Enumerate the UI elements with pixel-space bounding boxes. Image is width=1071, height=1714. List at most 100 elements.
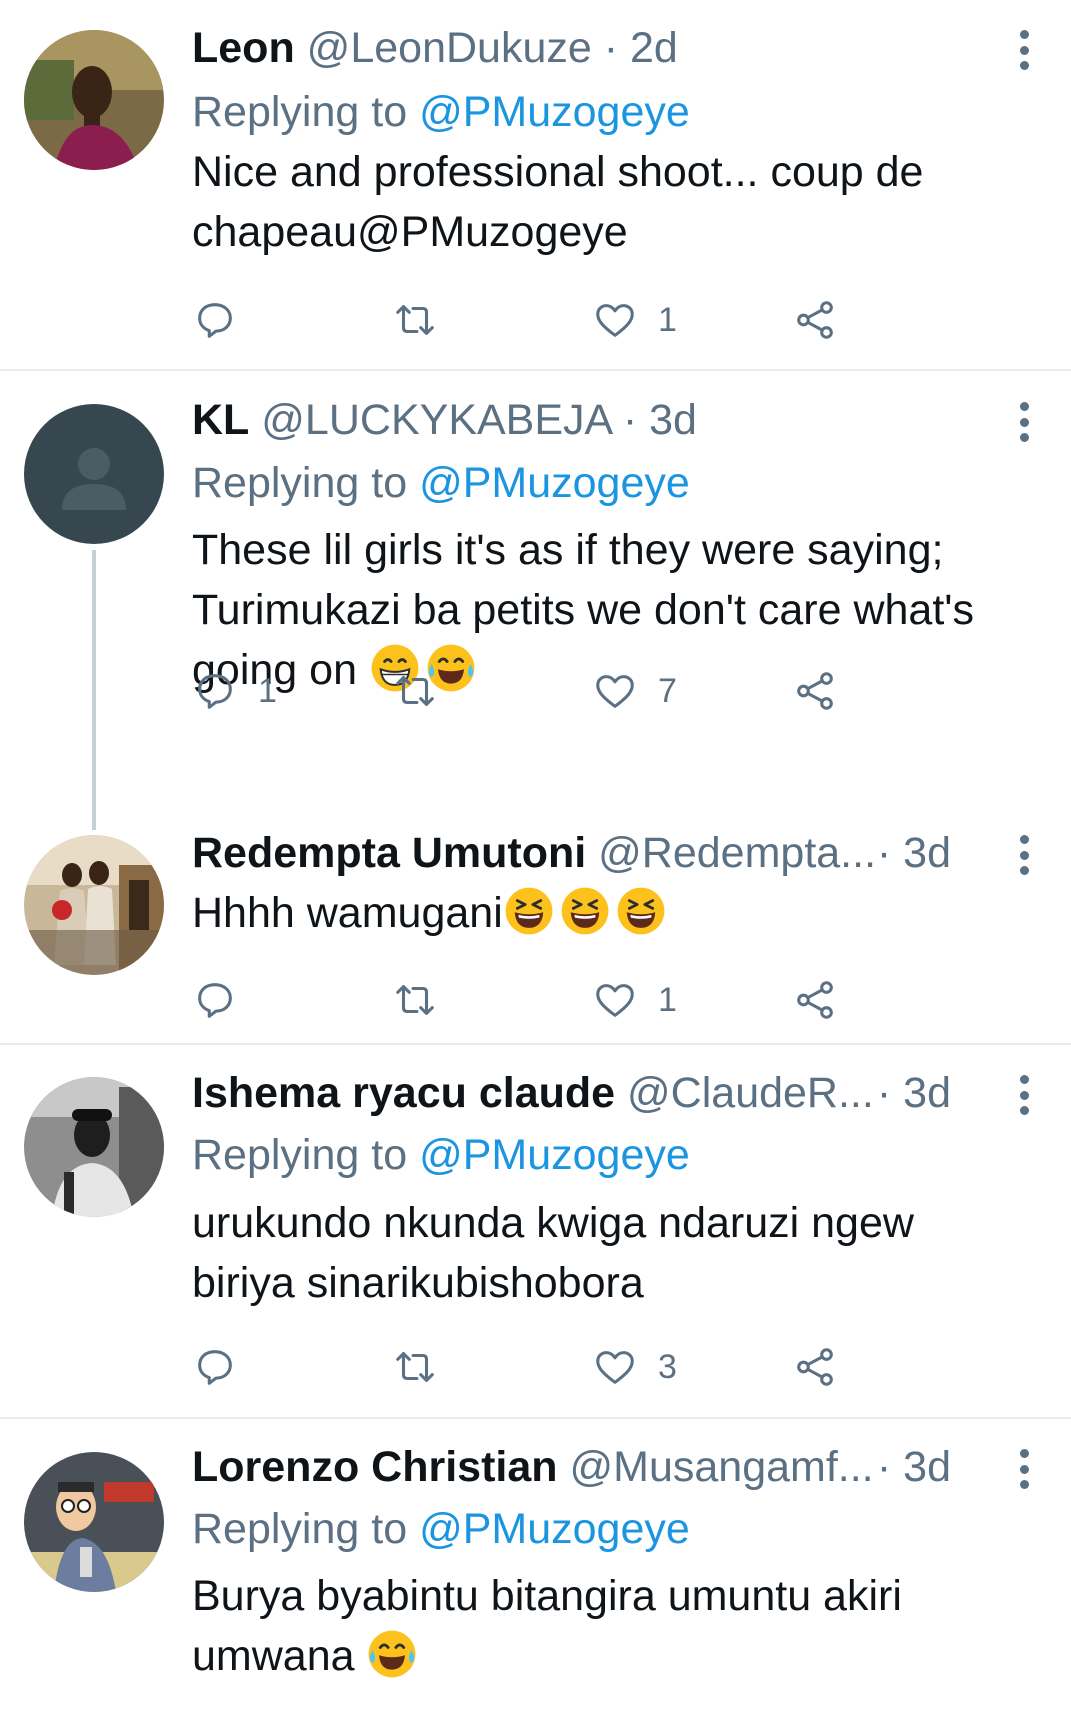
more-vertical-icon[interactable] <box>1017 835 1031 875</box>
reply-icon <box>198 983 232 1018</box>
reply-icon <box>198 303 232 338</box>
mention-link[interactable]: @PMuzogeye <box>419 1131 690 1179</box>
replying-to: Replying to @PMuzogeye <box>192 82 690 142</box>
share-button[interactable] <box>792 666 838 716</box>
reply-button[interactable] <box>192 295 258 345</box>
like-count: 3 <box>658 1347 677 1386</box>
tweet-text-line: Turimukazi ba petits we don't care what'… <box>192 586 974 634</box>
tweet-header: Leon @LeonDukuze · 2d <box>192 18 981 78</box>
retweet-button[interactable] <box>392 295 438 345</box>
tweet-text-line: biriya sinarikubishobora <box>192 1259 644 1307</box>
retweet-icon <box>396 305 434 335</box>
user-handle[interactable]: @LUCKYKABEJA <box>261 396 611 444</box>
retweet-button[interactable] <box>392 1342 438 1392</box>
display-name[interactable]: Leon <box>192 24 295 72</box>
display-name[interactable]: Lorenzo Christian <box>192 1443 558 1491</box>
replying-to: Replying to @PMuzogeye <box>192 1125 690 1185</box>
replying-to-prefix: Replying to <box>192 88 420 136</box>
heart-icon <box>596 675 634 708</box>
share-button[interactable] <box>792 1342 838 1392</box>
user-handle[interactable]: @Musangamf... <box>569 1443 873 1491</box>
mention-link[interactable]: @PMuzogeye <box>419 88 690 136</box>
tweet-text-line: These lil girls it's as if they were say… <box>192 526 944 574</box>
replying-to-prefix: Replying to <box>192 459 420 507</box>
like-button[interactable]: 3 <box>592 1342 677 1392</box>
like-button[interactable]: 1 <box>592 295 677 345</box>
tweet-text-line: umwana <box>192 1632 367 1680</box>
timestamp[interactable]: · 3d <box>877 1063 951 1123</box>
display-name[interactable]: Ishema ryacu claude <box>192 1069 615 1117</box>
heart-icon <box>596 1351 634 1384</box>
more-vertical-icon[interactable] <box>1017 30 1031 70</box>
tweet-redempta[interactable]: Redempta Umutoni @Redempta... · 3d Hhhh … <box>0 805 1071 1045</box>
retweet-icon <box>396 1352 434 1382</box>
tweet-kl[interactable]: KL @LUCKYKABEJA · 3d Replying to @PMuzog… <box>0 371 1071 791</box>
replying-to-prefix: Replying to <box>192 1131 420 1179</box>
tweet-text-line: Nice and professional shoot... coup de <box>192 148 924 196</box>
retweet-button[interactable] <box>392 975 438 1025</box>
tweet-ishema[interactable]: Ishema ryacu claude @ClaudeR... · 3d Rep… <box>0 1045 1071 1417</box>
avatar-lorenzo[interactable] <box>24 1452 164 1592</box>
reply-button[interactable] <box>192 1342 258 1392</box>
more-vertical-icon[interactable] <box>1017 1449 1031 1489</box>
tweet-text: Burya byabintu bitangira umuntu akiri um… <box>192 1566 1041 1686</box>
mention-link[interactable]: @PMuzogeye <box>419 459 690 507</box>
tweet-text: urukundo nkunda kwiga ndaruzi ngew biriy… <box>192 1193 1041 1313</box>
avatar-redempta[interactable] <box>24 835 164 975</box>
like-count: 7 <box>658 671 677 710</box>
like-button[interactable]: 1 <box>592 975 677 1025</box>
tweet-header: Lorenzo Christian @Musangamf... <box>192 1437 891 1497</box>
tweet-header: KL @LUCKYKABEJA · 3d <box>192 390 981 450</box>
tweet-leon[interactable]: Leon @LeonDukuze · 2d Replying to @PMuzo… <box>0 0 1071 370</box>
share-button[interactable] <box>792 975 838 1025</box>
more-vertical-icon[interactable] <box>1017 402 1031 442</box>
retweet-icon <box>396 985 434 1015</box>
timestamp[interactable]: · 3d <box>877 1437 951 1497</box>
user-handle[interactable]: @ClaudeR... <box>627 1069 874 1117</box>
share-icon <box>797 301 833 339</box>
display-name[interactable]: Redempta Umutoni <box>192 829 586 877</box>
heart-icon <box>596 304 634 337</box>
timestamp[interactable]: · 3d <box>877 823 951 883</box>
timestamp[interactable]: · 3d <box>623 396 697 444</box>
tweet-text-line-with-emoji: umwana <box>192 1626 1041 1686</box>
avatar-kl[interactable] <box>24 404 164 544</box>
reply-icon <box>198 674 232 709</box>
tweet-lorenzo[interactable]: Lorenzo Christian @Musangamf... · 3d Rep… <box>0 1419 1071 1714</box>
display-name[interactable]: KL <box>192 396 249 444</box>
squinting-face-emoji <box>503 885 555 937</box>
tweet-header: Redempta Umutoni @Redempta... <box>192 823 891 883</box>
like-count: 1 <box>658 300 677 339</box>
tweet-text-line: Burya byabintu bitangira umuntu akiri <box>192 1572 902 1620</box>
replying-to: Replying to @PMuzogeye <box>192 1499 690 1559</box>
tweet-actions: 3 <box>192 1342 892 1392</box>
avatar-leon[interactable] <box>24 30 164 170</box>
tweet-text-line: Hhhh wamugani <box>192 889 503 937</box>
like-count: 1 <box>658 980 677 1019</box>
retweet-button[interactable] <box>392 666 438 716</box>
squinting-face-emoji <box>559 885 611 937</box>
share-button[interactable] <box>792 295 838 345</box>
timestamp[interactable]: · 2d <box>604 24 678 72</box>
reply-button[interactable] <box>192 975 258 1025</box>
like-button[interactable]: 7 <box>592 666 677 716</box>
reply-icon <box>198 1350 232 1385</box>
tweet-actions: 1 <box>192 295 892 345</box>
replying-to-prefix: Replying to <box>192 1505 420 1553</box>
reply-button[interactable]: 1 <box>192 666 277 716</box>
tears-of-joy-emoji <box>366 1628 418 1680</box>
share-icon <box>797 1348 833 1386</box>
mention-link[interactable]: @PMuzogeye <box>419 1505 690 1553</box>
tweet-text-line: chapeau@PMuzogeye <box>192 208 628 256</box>
user-handle[interactable]: @Redempta... <box>598 829 876 877</box>
squinting-face-emoji <box>615 885 667 937</box>
share-icon <box>797 981 833 1019</box>
heart-icon <box>596 984 634 1017</box>
share-icon <box>797 672 833 710</box>
user-handle[interactable]: @LeonDukuze <box>307 24 592 72</box>
tweet-text-line: urukundo nkunda kwiga ndaruzi ngew <box>192 1199 914 1247</box>
avatar-ishema[interactable] <box>24 1077 164 1217</box>
tweet-header: Ishema ryacu claude @ClaudeR... <box>192 1063 891 1123</box>
more-vertical-icon[interactable] <box>1017 1075 1031 1115</box>
tweet-text: Hhhh wamugani <box>192 883 1041 943</box>
